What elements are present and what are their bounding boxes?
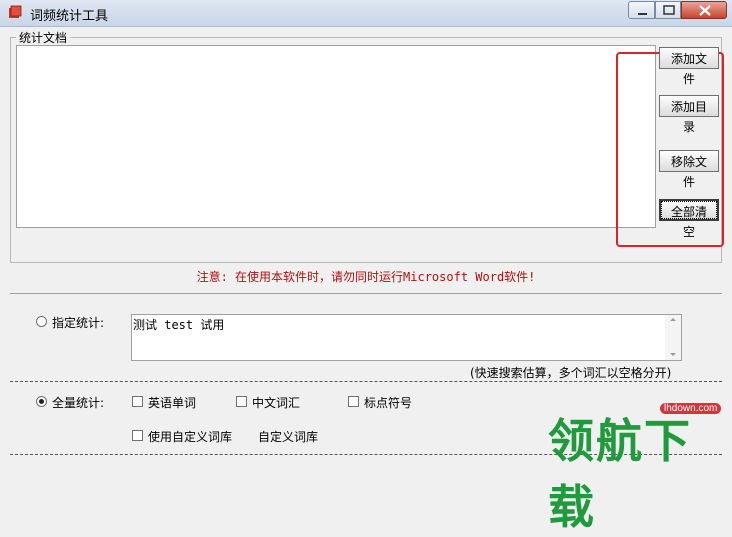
add-file-button[interactable]: 添加文件 (659, 47, 719, 86)
chinese-checkbox[interactable] (236, 396, 247, 407)
specified-text-value: 测试 test 试用 (133, 318, 225, 332)
docs-group-label: 统计文档 (16, 29, 71, 46)
full-label: 全量统计: (52, 396, 105, 410)
file-list[interactable] (16, 45, 656, 228)
remove-file-button[interactable]: 移除文件 (659, 150, 719, 189)
specified-radio[interactable] (36, 316, 47, 327)
scroll-arrows-icon (670, 318, 676, 356)
close-icon (699, 5, 711, 16)
specified-label: 指定统计: (52, 316, 105, 330)
custom-lib-label: 使用自定义词库 (148, 430, 233, 444)
window-title: 词频统计工具 (30, 9, 109, 24)
punct-label: 标点符号 (364, 396, 413, 410)
dashed-separator (10, 381, 722, 382)
separator (10, 293, 722, 294)
english-checkbox[interactable] (132, 396, 143, 407)
title-bar: 词频统计工具 (0, 0, 732, 27)
english-label: 英语单词 (148, 396, 197, 410)
punct-checkbox[interactable] (348, 396, 359, 407)
maximize-icon (663, 5, 675, 15)
minimize-button[interactable] (628, 1, 655, 19)
minimize-icon (638, 13, 647, 15)
custom-lib-checkbox[interactable] (132, 430, 143, 441)
watermark-logo: 领航下载 (548, 414, 692, 534)
warning-text: 注意: 在使用本软件时，请勿同时运行Microsoft Word软件! (196, 270, 536, 284)
full-radio[interactable] (36, 396, 47, 407)
clear-all-button[interactable]: 全部清空 (659, 199, 719, 239)
close-button[interactable] (681, 1, 727, 19)
specified-hint: (快速搜索估算，多个词汇以空格分开) (470, 366, 672, 380)
add-directory-button[interactable]: 添加目录 (659, 95, 719, 134)
chinese-label: 中文词汇 (252, 396, 301, 410)
maximize-button[interactable] (655, 1, 681, 19)
custom-lib-link[interactable]: 自定义词库 (258, 428, 318, 445)
text-scrollbar[interactable] (665, 315, 681, 360)
watermark-url: lhdown.com (660, 403, 722, 414)
app-icon (9, 5, 22, 18)
